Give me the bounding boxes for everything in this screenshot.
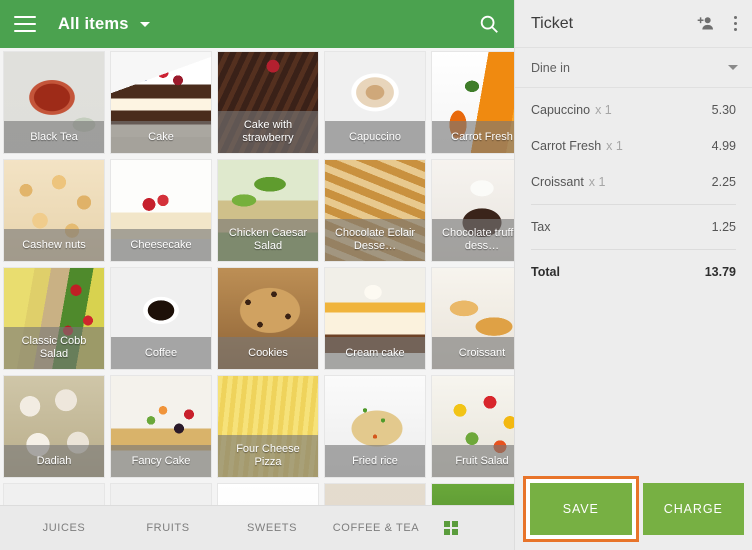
charge-button[interactable]: Charge bbox=[642, 483, 744, 535]
line-item-name: Carrot Fresh bbox=[531, 139, 602, 153]
line-item-qty: x 1 bbox=[588, 175, 606, 189]
ticket-divider bbox=[531, 204, 736, 205]
product-tile[interactable]: Chocolate Eclair Desse… bbox=[324, 159, 426, 262]
ticket-action-bar: Save Charge bbox=[515, 476, 752, 550]
chevron-down-icon[interactable] bbox=[139, 21, 150, 27]
product-tile-partial[interactable] bbox=[110, 483, 212, 505]
product-tile[interactable]: Dadiah bbox=[3, 375, 105, 478]
tab-fruits[interactable]: Fruits bbox=[116, 522, 220, 534]
product-label: Chicken Caesar Salad bbox=[218, 219, 318, 261]
grid-view-icon[interactable] bbox=[428, 521, 474, 535]
product-tile[interactable]: Cheesecake bbox=[110, 159, 212, 262]
ticket-line-item[interactable]: Capuccino x 1 5.30 bbox=[515, 92, 752, 128]
product-tile[interactable]: Cake bbox=[110, 51, 212, 154]
product-tile-partial[interactable] bbox=[3, 483, 105, 505]
product-label: Black Tea bbox=[4, 121, 104, 153]
product-tile[interactable]: Cashew nuts bbox=[3, 159, 105, 262]
product-tile-partial[interactable] bbox=[324, 483, 426, 505]
product-label: Dadiah bbox=[4, 445, 104, 477]
tab-sweets[interactable]: Sweets bbox=[220, 522, 324, 534]
tab-coffee-tea[interactable]: Coffee & Tea bbox=[324, 522, 428, 534]
ticket-total-row: Total 13.79 bbox=[515, 254, 752, 290]
product-tile[interactable]: Cookies bbox=[217, 267, 319, 370]
ticket-line-item[interactable]: Croissant x 1 2.25 bbox=[515, 164, 752, 200]
ticket-divider bbox=[531, 249, 736, 250]
product-label: Chocolate truffle dess… bbox=[432, 219, 514, 261]
ticket-line-item[interactable]: Carrot Fresh x 1 4.99 bbox=[515, 128, 752, 164]
product-label: Croissant bbox=[432, 337, 514, 369]
line-item-amount: 4.99 bbox=[711, 139, 736, 153]
ticket-title: Ticket bbox=[531, 14, 574, 32]
product-tile[interactable]: Croissant bbox=[431, 267, 514, 370]
product-label: Fried rice bbox=[325, 445, 425, 477]
total-label: Total bbox=[531, 265, 560, 279]
product-label: Fruit Salad bbox=[432, 445, 514, 477]
save-button[interactable]: Save bbox=[530, 483, 632, 535]
line-item-qty: x 1 bbox=[606, 139, 623, 153]
product-label: Capuccino bbox=[325, 121, 425, 153]
product-tile[interactable]: Fruit Salad bbox=[431, 375, 514, 478]
product-tile[interactable]: Chocolate truffle dess… bbox=[431, 159, 514, 262]
product-tile[interactable]: Classic Cobb Salad bbox=[3, 267, 105, 370]
tax-amount: 1.25 bbox=[711, 220, 736, 234]
total-amount: 13.79 bbox=[704, 265, 736, 279]
dining-option-value: Dine in bbox=[531, 60, 570, 75]
app-bar: All items bbox=[0, 0, 514, 48]
product-tile[interactable]: Carrot Fresh bbox=[431, 51, 514, 154]
ticket-header: Ticket bbox=[515, 0, 752, 48]
pos-app-window: All items Black Tea Cake Cake with strawbe… bbox=[0, 0, 752, 550]
line-item-amount: 5.30 bbox=[711, 103, 736, 117]
search-icon[interactable] bbox=[478, 13, 500, 35]
product-image bbox=[218, 484, 318, 505]
save-button-focus-ring: Save bbox=[523, 476, 639, 542]
product-label: Carrot Fresh bbox=[432, 121, 514, 153]
catalog-pane: All items Black Tea Cake Cake with strawbe… bbox=[0, 0, 514, 550]
product-tile[interactable]: Coffee bbox=[110, 267, 212, 370]
product-grid: Black Tea Cake Cake with strawberry Capucci… bbox=[3, 51, 514, 505]
product-label: Cashew nuts bbox=[4, 229, 104, 261]
product-image bbox=[325, 484, 425, 505]
product-label: Classic Cobb Salad bbox=[4, 327, 104, 369]
product-label: Cake bbox=[111, 121, 211, 153]
product-tile[interactable]: Black Tea bbox=[3, 51, 105, 154]
product-tile[interactable]: Chicken Caesar Salad bbox=[217, 159, 319, 262]
product-label: Cream cake bbox=[325, 337, 425, 369]
product-tile-partial[interactable] bbox=[431, 483, 514, 505]
product-image bbox=[111, 484, 211, 505]
product-tile[interactable]: Capuccino bbox=[324, 51, 426, 154]
category-tab-bar: Juices Fruits Sweets Coffee & Tea bbox=[0, 505, 514, 550]
catalog-title: All items bbox=[58, 14, 129, 33]
grid-view-glyph bbox=[444, 521, 458, 535]
product-label: Coffee bbox=[111, 337, 211, 369]
dining-option-selector[interactable]: Dine in bbox=[515, 48, 752, 88]
line-item-qty: x 1 bbox=[595, 103, 612, 117]
ticket-tax-row: Tax 1.25 bbox=[515, 209, 752, 245]
product-tile[interactable]: Fancy Cake bbox=[110, 375, 212, 478]
product-label: Cheesecake bbox=[111, 229, 211, 261]
line-item-amount: 2.25 bbox=[711, 175, 736, 189]
product-grid-scroll-area[interactable]: Black Tea Cake Cake with strawberry Capucci… bbox=[0, 48, 514, 505]
product-label: Cookies bbox=[218, 337, 318, 369]
product-tile[interactable]: Cake with strawberry bbox=[217, 51, 319, 154]
ticket-pane: Ticket Dine in Capuccino x 1 5.30 Carrot… bbox=[514, 0, 752, 550]
product-label: Chocolate Eclair Desse… bbox=[325, 219, 425, 261]
product-tile[interactable]: Cream cake bbox=[324, 267, 426, 370]
product-tile[interactable]: Four Cheese Pizza bbox=[217, 375, 319, 478]
kebab-menu-icon[interactable] bbox=[734, 16, 738, 31]
product-image bbox=[4, 484, 104, 505]
ticket-line-items: Capuccino x 1 5.30 Carrot Fresh x 1 4.99… bbox=[515, 88, 752, 478]
chevron-down-icon bbox=[728, 65, 738, 70]
tab-juices[interactable]: Juices bbox=[12, 522, 116, 534]
hamburger-menu-icon[interactable] bbox=[14, 16, 36, 32]
line-item-name: Capuccino bbox=[531, 103, 591, 117]
tax-label: Tax bbox=[531, 220, 551, 234]
product-tile-partial[interactable] bbox=[217, 483, 319, 505]
line-item-name: Croissant bbox=[531, 175, 584, 189]
product-label: Four Cheese Pizza bbox=[218, 435, 318, 477]
product-tile[interactable]: Fried rice bbox=[324, 375, 426, 478]
product-image bbox=[432, 484, 514, 505]
product-label: Fancy Cake bbox=[111, 445, 211, 477]
add-person-icon[interactable] bbox=[696, 14, 716, 34]
product-label: Cake with strawberry bbox=[218, 111, 318, 153]
